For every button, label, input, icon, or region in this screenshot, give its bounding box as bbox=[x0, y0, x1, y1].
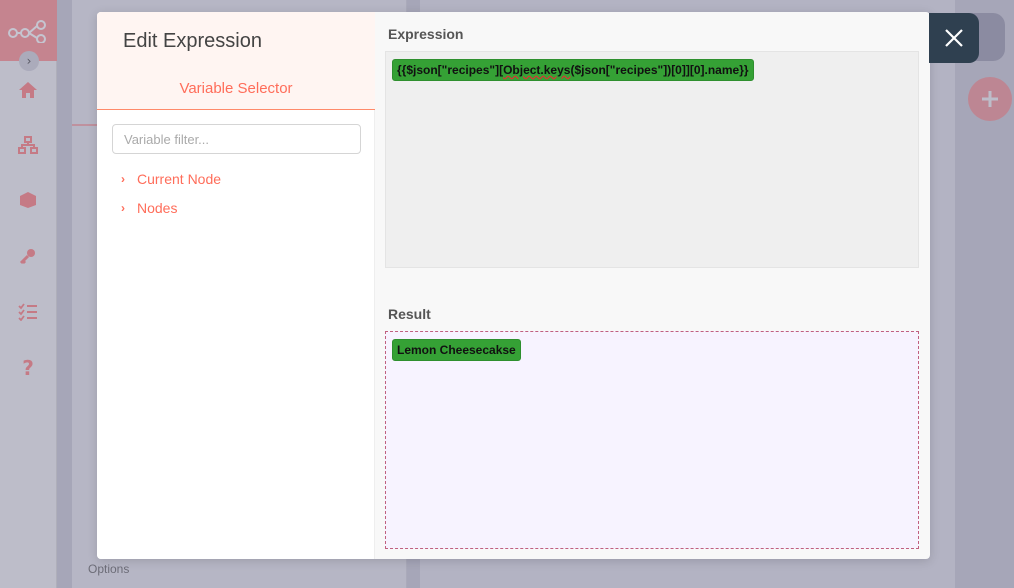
result-label: Result bbox=[388, 306, 431, 322]
expression-prefix: {{$json["recipes"][ bbox=[397, 63, 504, 77]
dialog-title: Edit Expression bbox=[123, 30, 262, 52]
close-dialog-button[interactable] bbox=[929, 13, 979, 63]
expression-suffix: ($json["recipes"])[0]][0].name}} bbox=[570, 63, 749, 77]
result-value: Lemon Cheesecakse bbox=[392, 339, 521, 361]
expression-chip[interactable]: {{$json["recipes"][Object.keys($json["re… bbox=[392, 59, 754, 81]
chevron-right-icon: › bbox=[121, 172, 125, 186]
variable-selector-title: Variable Selector bbox=[179, 80, 293, 97]
variable-selector-panel: Edit Expression Variable Selector › Curr… bbox=[97, 12, 375, 559]
tree-item-nodes[interactable]: › Nodes bbox=[121, 200, 177, 216]
chevron-right-icon: › bbox=[121, 201, 125, 215]
expression-misspelled: Object.keys bbox=[503, 63, 571, 77]
dialog-header: Edit Expression Variable Selector bbox=[97, 12, 375, 110]
close-icon bbox=[945, 29, 963, 47]
tree-item-label: Current Node bbox=[137, 171, 222, 187]
result-display: Lemon Cheesecakse bbox=[385, 331, 919, 549]
edit-expression-dialog: Edit Expression Variable Selector › Curr… bbox=[97, 12, 930, 559]
tree-item-label: Nodes bbox=[137, 200, 178, 216]
tree-item-current-node[interactable]: › Current Node bbox=[121, 171, 221, 187]
variable-filter-input[interactable] bbox=[112, 124, 361, 154]
expression-editor[interactable]: {{$json["recipes"][Object.keys($json["re… bbox=[385, 51, 919, 268]
expression-label: Expression bbox=[388, 26, 464, 42]
